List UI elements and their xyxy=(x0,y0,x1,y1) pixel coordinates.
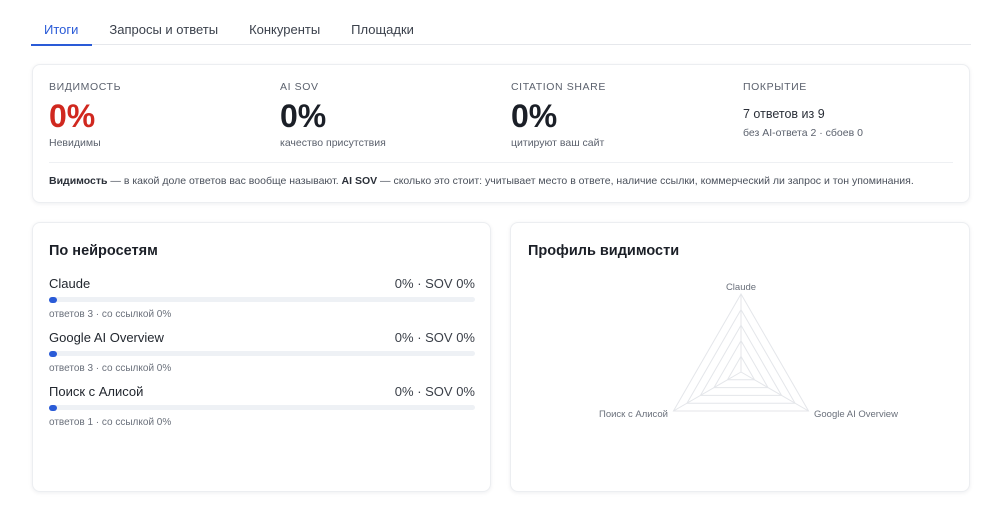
metric-coverage-main: 7 ответов из 9 xyxy=(743,107,825,121)
model-value: 0% · SOV 0% xyxy=(394,384,475,399)
model-meta: ответов 1 · со ссылкой 0% xyxy=(49,417,172,428)
radar-spoke-3 xyxy=(673,371,742,412)
metric-ai-sov-value: 0% xyxy=(280,98,327,134)
model-progress-fill xyxy=(49,404,57,411)
metric-visibility-label: ВИДИМОСТЬ xyxy=(49,81,122,93)
metric-citation-share-value: 0% xyxy=(511,98,558,134)
model-progress-fill xyxy=(49,350,57,357)
explain-term-ai-sov: AI SOV xyxy=(341,175,378,187)
metric-ai-sov-label: AI SOV xyxy=(280,81,319,93)
explain-term-visibility: Видимость xyxy=(49,175,108,187)
model-value: 0% · SOV 0% xyxy=(394,330,475,345)
model-progress-bar xyxy=(49,404,475,411)
metric-coverage-sub: без AI-ответа 2 · сбоев 0 xyxy=(743,127,863,139)
metric-coverage: ПОКРЫТИЕ 7 ответов из 9 без AI-ответа 2 … xyxy=(743,81,863,139)
model-value: 0% · SOV 0% xyxy=(394,276,475,291)
model-row-alice-search: Поиск с Алисой 0% · SOV 0% ответов 1 · с… xyxy=(49,384,475,428)
model-meta: ответов 3 · со ссылкой 0% xyxy=(49,363,172,374)
visibility-radar-chart: Claude Google AI Overview Поиск с Алисой xyxy=(599,282,898,420)
models-card: По нейросетям Claude 0% · SOV 0% ответов… xyxy=(32,222,491,492)
model-row-claude: Claude 0% · SOV 0% ответов 3 · со ссылко… xyxy=(49,276,475,320)
tab-summary[interactable]: Итоги xyxy=(31,14,93,46)
metric-visibility: ВИДИМОСТЬ 0% Невидимы xyxy=(49,81,121,149)
visibility-profile-card: Профиль видимости Claude Google AI Overv… xyxy=(510,222,970,492)
radar-grid xyxy=(672,293,810,412)
metric-ai-sov: AI SOV 0% качество присутствия xyxy=(280,81,386,149)
explain-text-visibility: — в какой доле ответов вас вообще называ… xyxy=(107,175,342,187)
metric-citation-share: CITATION SHARE 0% цитируют ваш сайт xyxy=(511,81,606,149)
radar-spoke-2 xyxy=(740,371,809,412)
metric-citation-share-label: CITATION SHARE xyxy=(511,81,606,93)
model-progress-bar xyxy=(49,296,475,303)
radar-axis-label-claude: Claude xyxy=(726,282,756,293)
explain-text-ai-sov: — сколько это стоит: учитывает место в о… xyxy=(377,175,914,187)
metric-visibility-value: 0% xyxy=(49,98,96,134)
tab-platforms[interactable]: Площадки xyxy=(351,14,414,45)
metric-visibility-sub: Невидимы xyxy=(49,137,101,149)
metrics-explanation: Видимость — в какой доле ответов вас воо… xyxy=(49,175,914,187)
radar-axis-label-alice-search: Поиск с Алисой xyxy=(599,409,668,420)
tab-bar: Итоги Запросы и ответы Конкуренты Площад… xyxy=(31,14,971,46)
metric-citation-share-sub: цитируют ваш сайт xyxy=(511,137,605,149)
radar-axis-label-google-ai-overview: Google AI Overview xyxy=(814,409,898,420)
metric-coverage-label: ПОКРЫТИЕ xyxy=(743,81,807,93)
model-name: Google AI Overview xyxy=(49,330,164,345)
summary-card: ВИДИМОСТЬ 0% Невидимы AI SOV 0% качество… xyxy=(32,64,970,203)
model-meta: ответов 3 · со ссылкой 0% xyxy=(49,309,172,320)
metric-ai-sov-sub: качество присутствия xyxy=(280,137,386,149)
model-name: Claude xyxy=(49,276,91,291)
model-row-google-ai-overview: Google AI Overview 0% · SOV 0% ответов 3… xyxy=(49,330,475,374)
model-progress-bar xyxy=(49,350,475,357)
models-card-title: По нейросетям xyxy=(49,243,158,259)
model-name: Поиск с Алисой xyxy=(49,384,144,399)
tab-competitors[interactable]: Конкуренты xyxy=(249,14,320,45)
model-progress-fill xyxy=(49,296,57,303)
tab-queries-answers[interactable]: Запросы и ответы xyxy=(109,14,218,45)
summary-divider xyxy=(49,162,953,163)
